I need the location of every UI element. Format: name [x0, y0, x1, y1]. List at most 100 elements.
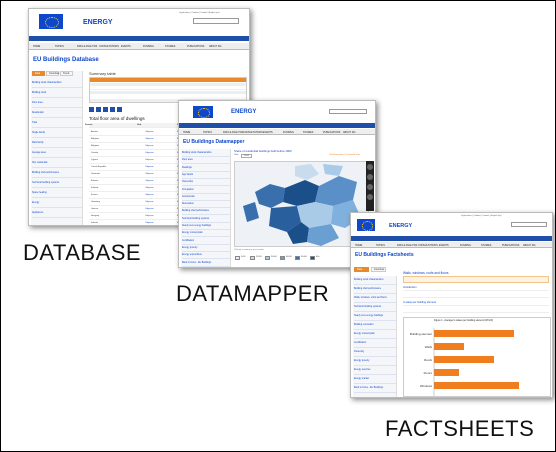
sidebar-item[interactable]: Building shell performance: [354, 286, 396, 294]
tab-countries[interactable]: Countries: [371, 267, 386, 272]
sidebar-item[interactable]: Technical building systems: [354, 304, 396, 312]
sidebar-item[interactable]: Single family: [32, 129, 82, 138]
nav-item[interactable]: STUDIES: [165, 45, 175, 48]
nav-item[interactable]: EVENTS: [121, 45, 131, 48]
sidebar-item[interactable]: Ownership: [182, 179, 230, 187]
nav-item[interactable]: DATA & ANALYSIS: [397, 244, 417, 247]
sidebar-item[interactable]: Energy expenditure: [182, 252, 230, 260]
fs-search-input[interactable]: [511, 222, 547, 227]
nav-item[interactable]: ABOUT DG: [209, 45, 221, 48]
nav-item[interactable]: PUBLICATIONS: [502, 244, 519, 247]
export-icon[interactable]: [96, 107, 101, 112]
sidebar-item[interactable]: Certification: [182, 238, 230, 245]
source-link[interactable]: Odyssee: [145, 173, 154, 175]
nav-item[interactable]: HOME: [33, 45, 40, 48]
nav-item[interactable]: ABOUT DG: [523, 244, 535, 247]
nav-item[interactable]: TOPICS: [55, 45, 64, 48]
tab-data[interactable]: Data: [32, 71, 45, 76]
sidebar-item[interactable]: Renovation: [182, 201, 230, 209]
export-icon[interactable]: [117, 107, 122, 112]
sidebar-item[interactable]: Walls, windows, roofs and floors: [354, 295, 396, 303]
source-link[interactable]: Odyssee: [145, 187, 154, 189]
source-link[interactable]: Odyssee: [145, 194, 154, 196]
dm-search-input[interactable]: [329, 109, 367, 114]
sidebar-item[interactable]: Back to home - EU Buildings: [182, 260, 230, 267]
nav-item[interactable]: CONSULTATIONS: [418, 244, 438, 247]
sidebar-item[interactable]: Floor area: [32, 99, 82, 108]
sidebar-item[interactable]: Multi family: [32, 139, 82, 148]
sidebar-item[interactable]: Building stock characteristics: [354, 277, 396, 285]
fullscreen-icon[interactable]: [367, 184, 373, 190]
sidebar-item[interactable]: Certification: [354, 340, 396, 348]
sidebar-item[interactable]: Energy poverty: [354, 358, 396, 366]
db-search-input[interactable]: [193, 18, 239, 24]
sidebar-item[interactable]: Dwellings: [182, 165, 230, 172]
sidebar-item[interactable]: Energy services: [354, 367, 396, 375]
source-link[interactable]: Odyssee: [145, 201, 154, 203]
sidebar-item[interactable]: Age bands: [182, 172, 230, 179]
nav-item[interactable]: TOPICS: [376, 244, 385, 247]
nav-item[interactable]: DATA & ANALYSIS: [77, 45, 97, 48]
db-top-links[interactable]: Legal notice | Cookies | Contact | Engli…: [179, 12, 219, 14]
fs-top-links[interactable]: Legal notice | Cookies | Contact | Engli…: [461, 215, 501, 217]
source-link[interactable]: Odyssee: [145, 208, 154, 210]
sidebar-item[interactable]: Floor area: [182, 157, 230, 165]
source-link[interactable]: Odyssee: [145, 222, 154, 224]
sidebar-item[interactable]: Residential: [32, 109, 82, 118]
nav-item[interactable]: CONSULTATIONS: [99, 45, 119, 48]
sidebar-item[interactable]: Financing: [354, 349, 396, 357]
sidebar-item[interactable]: Appliances: [32, 209, 82, 218]
sidebar-item[interactable]: Energy poverty: [182, 245, 230, 252]
map-toolbar[interactable]: [366, 161, 374, 211]
nav-item[interactable]: STUDIES: [481, 244, 491, 247]
nav-item[interactable]: TOPICS: [203, 131, 212, 134]
dm-download-links[interactable]: Download data | Download map: [329, 154, 360, 156]
nav-item[interactable]: HOME: [355, 244, 362, 247]
dm-year-select[interactable]: 2014: [241, 154, 252, 158]
sidebar-item[interactable]: Building shell performance: [182, 208, 230, 216]
nav-item[interactable]: FUNDING: [460, 244, 471, 247]
sidebar-item[interactable]: Building stock characteristics: [32, 79, 82, 88]
export-icon[interactable]: [89, 107, 94, 112]
sidebar-item[interactable]: Energy: [32, 199, 82, 208]
zoom-out-icon[interactable]: [367, 174, 373, 180]
nav-item[interactable]: EVENTS: [263, 131, 273, 134]
nav-item[interactable]: EVENTS: [439, 244, 449, 247]
sidebar-item[interactable]: Building stock characteristics: [182, 150, 230, 157]
sidebar-item[interactable]: Building shell performance: [32, 169, 82, 178]
source-link[interactable]: Odyssee: [145, 138, 154, 140]
source-link[interactable]: Odyssee: [145, 166, 154, 168]
nav-item[interactable]: DATA & ANALYSIS: [223, 131, 243, 134]
sidebar-item[interactable]: Back to home - EU Buildings: [354, 385, 396, 393]
tab-countries[interactable]: Countries: [46, 71, 59, 76]
source-link[interactable]: Odyssee: [145, 180, 154, 182]
tab-trend[interactable]: Trend: [60, 71, 73, 76]
sidebar-item[interactable]: Energy market: [354, 376, 396, 384]
close-icon[interactable]: [367, 194, 373, 200]
sidebar-item[interactable]: Building stock: [32, 89, 82, 98]
source-link[interactable]: Odyssee: [145, 152, 154, 154]
sidebar-item[interactable]: Occupation: [182, 187, 230, 194]
nav-item[interactable]: FUNDING: [143, 45, 154, 48]
tab-data[interactable]: Data: [354, 267, 369, 272]
sidebar-item[interactable]: Nearly zero energy buildings: [354, 313, 396, 321]
nav-item[interactable]: PUBLICATIONS: [187, 45, 204, 48]
nav-item[interactable]: STUDIES: [303, 131, 313, 134]
nav-item[interactable]: CONSULTATIONS: [243, 131, 263, 134]
source-link[interactable]: Odyssee: [145, 145, 154, 147]
source-link[interactable]: Odyssee: [145, 131, 154, 133]
sidebar-item[interactable]: Energy consumption: [354, 331, 396, 339]
zoom-in-icon[interactable]: [367, 164, 373, 170]
sidebar-item[interactable]: Nearly zero energy buildings: [182, 223, 230, 230]
sidebar-item[interactable]: Building renovation: [354, 322, 396, 330]
export-icon[interactable]: [110, 107, 115, 112]
nav-item[interactable]: HOME: [183, 131, 190, 134]
sidebar-item[interactable]: Energy consumption: [182, 230, 230, 238]
nav-item[interactable]: ABOUT DG: [343, 131, 355, 134]
europe-map[interactable]: [234, 161, 369, 247]
nav-item[interactable]: PUBLICATIONS: [323, 131, 340, 134]
sidebar-item[interactable]: Total: [32, 119, 82, 128]
sidebar-item[interactable]: Average area: [32, 149, 82, 158]
export-icon[interactable]: [103, 107, 108, 112]
sidebar-item[interactable]: Non residential: [32, 159, 82, 168]
